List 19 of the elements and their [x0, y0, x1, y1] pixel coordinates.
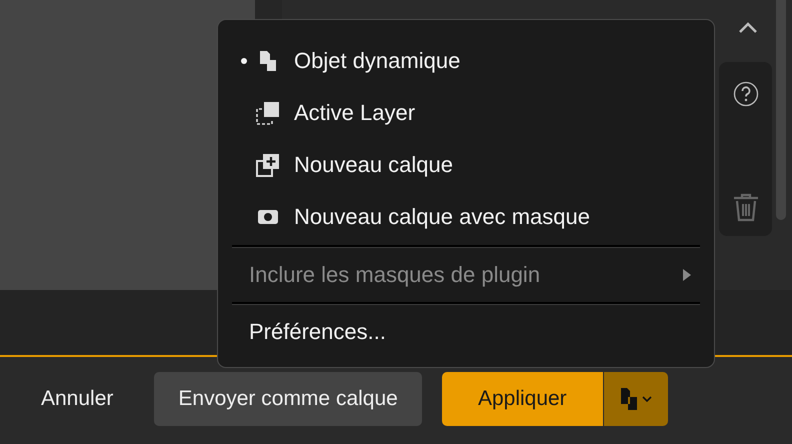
mask-icon [256, 208, 280, 226]
output-dropdown-button[interactable] [604, 372, 668, 426]
cancel-button[interactable]: Annuler [24, 378, 130, 418]
menu-item[interactable]: Préférences... [232, 307, 700, 357]
document-icon [620, 386, 638, 410]
scrollbar[interactable] [776, 0, 786, 220]
layer-selection-icon [256, 101, 280, 125]
submenu-arrow-icon [682, 268, 692, 282]
menu-item[interactable]: Active Layer [232, 87, 700, 139]
send-as-layer-button[interactable]: Envoyer comme calque [154, 372, 422, 426]
menu-item[interactable]: Nouveau calque avec masque [232, 191, 700, 243]
apply-button[interactable]: Appliquer [442, 372, 603, 426]
trash-icon[interactable] [732, 192, 760, 222]
help-icon[interactable] [732, 81, 758, 107]
menu-item[interactable]: Nouveau calque [232, 139, 700, 191]
caret-icon [642, 396, 652, 402]
chevron-up-icon[interactable] [738, 22, 758, 34]
menu-item[interactable]: Objet dynamique [232, 35, 700, 87]
add-layer-icon [256, 153, 280, 177]
